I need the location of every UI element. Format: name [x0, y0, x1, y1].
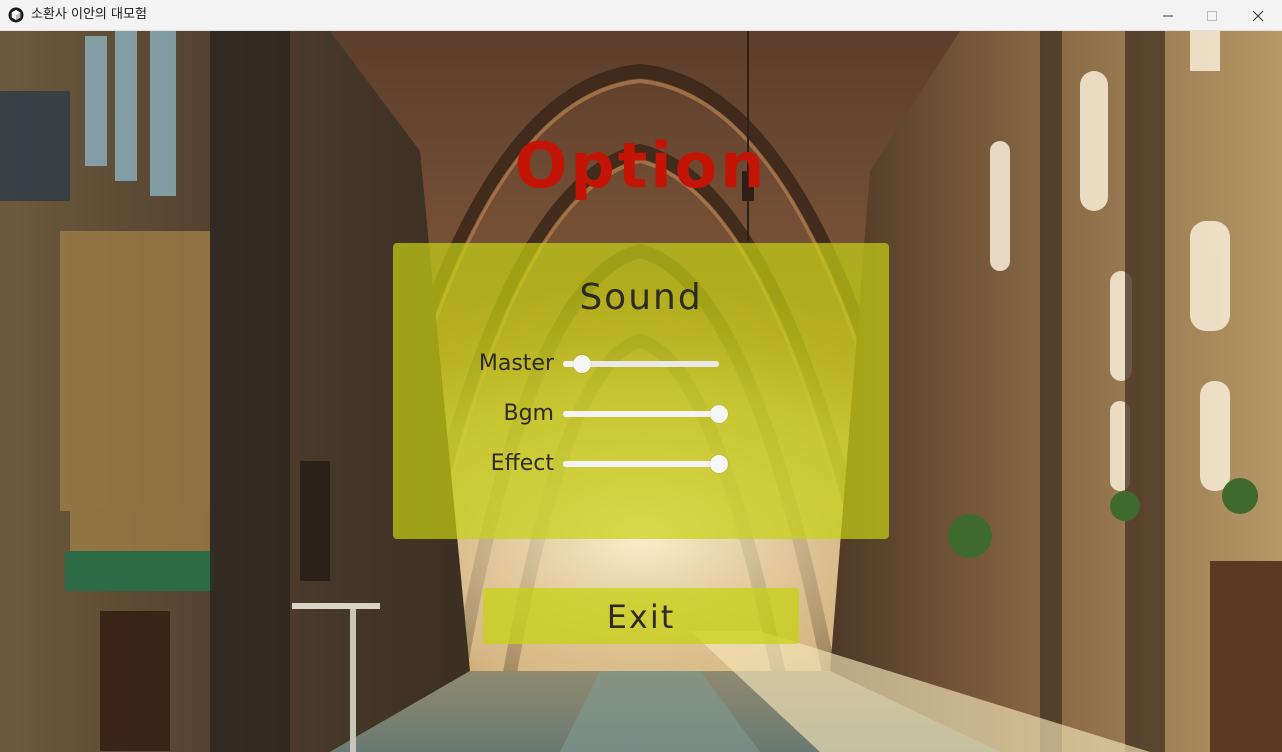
- effect-volume-row: Effect: [393, 449, 889, 479]
- bgm-volume-row: Bgm: [393, 399, 889, 429]
- exit-button[interactable]: Exit: [483, 588, 799, 644]
- unity-icon: [8, 7, 24, 23]
- option-scene: Option Sound Master Bgm Effect Exit: [0, 31, 1282, 752]
- close-button[interactable]: [1235, 0, 1281, 31]
- maximize-icon: [1207, 10, 1217, 21]
- master-volume-row: Master: [393, 349, 889, 379]
- app-window: 소환사 이안의 대모험 Option Sound Master Bgm Effe…: [0, 0, 1282, 752]
- master-volume-handle[interactable]: [572, 355, 591, 373]
- minimize-button[interactable]: [1145, 0, 1191, 31]
- bgm-volume-handle[interactable]: [710, 405, 728, 423]
- effect-volume-slider[interactable]: [563, 455, 728, 473]
- minimize-icon: [1163, 15, 1173, 16]
- bgm-volume-slider[interactable]: [563, 405, 728, 423]
- close-icon: [1252, 10, 1264, 21]
- window-title: 소환사 이안의 대모험: [31, 7, 147, 22]
- effect-volume-handle[interactable]: [710, 455, 728, 473]
- bgm-volume-label: Bgm: [503, 401, 555, 426]
- bgm-volume-fill: [563, 411, 719, 417]
- master-volume-label: Master: [478, 351, 554, 376]
- sound-settings-panel: Sound Master Bgm Effect: [393, 243, 889, 539]
- title-bar[interactable]: 소환사 이안의 대모험: [0, 0, 1282, 31]
- option-title: Option: [514, 129, 768, 202]
- maximize-button[interactable]: [1189, 0, 1235, 31]
- sound-heading: Sound: [579, 277, 703, 318]
- effect-volume-label: Effect: [490, 451, 554, 476]
- master-volume-slider[interactable]: [563, 355, 719, 373]
- effect-volume-fill: [563, 461, 719, 467]
